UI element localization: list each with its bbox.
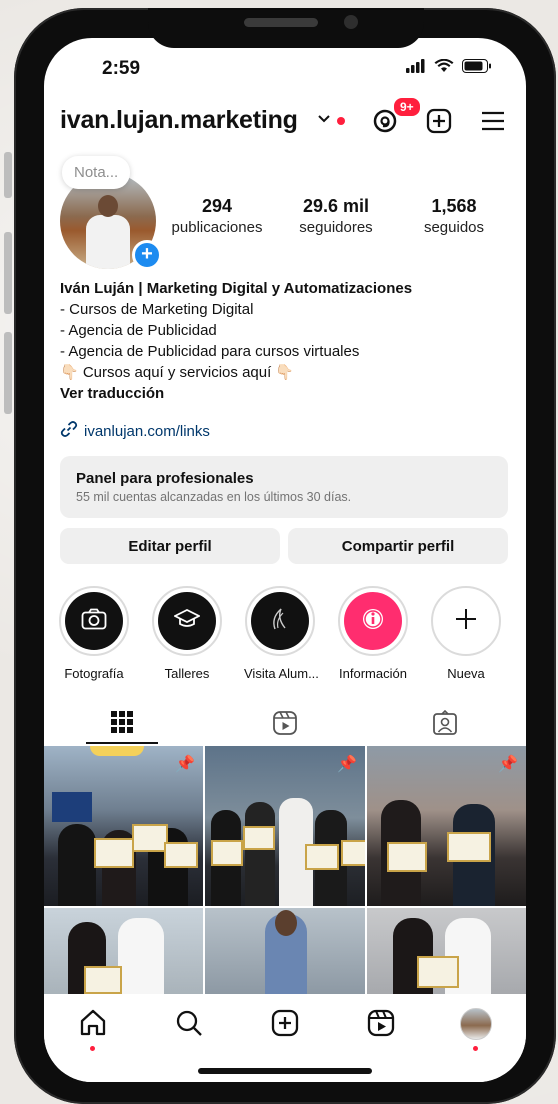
highlight-nueva[interactable]: Nueva: [430, 586, 502, 681]
grid-icon[interactable]: [110, 710, 134, 739]
account-notification-dot: [337, 117, 345, 125]
post-tile[interactable]: [44, 908, 203, 994]
profile-notification-dot: [473, 1046, 478, 1051]
profile-link[interactable]: ivanlujan.com/links: [60, 420, 210, 442]
side-button-volume-down: [4, 332, 12, 414]
camera-icon: [81, 608, 107, 635]
wifi-icon: [434, 58, 454, 78]
profile-link-text[interactable]: ivanlujan.com/links: [84, 423, 210, 440]
highlight-talleres[interactable]: Talleres: [151, 586, 223, 681]
signal-icon: [406, 59, 426, 78]
phone-frame: 2:59 ivan.lujan.marketing 9+ Nota... + 2…: [14, 8, 556, 1104]
side-button-mute: [4, 152, 12, 198]
app-screen: 2:59 ivan.lujan.marketing 9+ Nota... + 2…: [44, 38, 526, 1082]
posts-grid: 📌 📌 📌: [44, 746, 526, 994]
highlight-fotografia[interactable]: Fotografía: [58, 586, 130, 681]
tagged-icon[interactable]: [432, 709, 458, 741]
post-tile[interactable]: [367, 908, 526, 994]
side-button-volume-up: [4, 232, 12, 314]
feather-icon: [267, 606, 293, 637]
search-icon[interactable]: [174, 1008, 204, 1038]
share-profile-button[interactable]: Compartir perfil: [288, 528, 508, 564]
phone-notch: [148, 8, 424, 48]
info-icon: [360, 606, 386, 637]
home-indicator: [198, 1068, 372, 1074]
bio-line: 👇🏻 Cursos aquí y servicios aquí 👇🏻: [60, 364, 295, 381]
active-tab-indicator: [86, 742, 158, 744]
reels-tab-icon[interactable]: [272, 710, 298, 741]
pin-icon: 📌: [175, 756, 195, 773]
home-notification-dot: [90, 1046, 95, 1051]
stat-posts[interactable]: 294 publicaciones: [166, 196, 268, 236]
panel-subtitle: 55 mil cuentas alcanzadas en los últimos…: [76, 490, 352, 504]
professional-dashboard[interactable]: Panel para profesionales 55 mil cuentas …: [60, 456, 508, 518]
translate-link[interactable]: Ver traducción: [60, 383, 510, 404]
create-icon[interactable]: [270, 1008, 300, 1038]
post-tile[interactable]: 📌: [367, 746, 526, 906]
profile-avatar-nav[interactable]: [460, 1008, 492, 1040]
link-icon: [60, 420, 78, 442]
stat-followers[interactable]: 29.6 mil seguidores: [288, 196, 384, 236]
reels-icon[interactable]: [366, 1008, 396, 1038]
highlight-informacion[interactable]: Información: [337, 586, 409, 681]
bio-line: - Cursos de Marketing Digital: [60, 301, 254, 318]
profile-username[interactable]: ivan.lujan.marketing: [60, 106, 298, 135]
menu-icon[interactable]: [478, 106, 508, 136]
battery-icon: [462, 59, 492, 78]
add-story-icon[interactable]: +: [132, 240, 162, 270]
post-tile[interactable]: [205, 908, 365, 994]
create-post-icon[interactable]: [424, 106, 454, 136]
pin-icon: 📌: [498, 756, 518, 773]
threads-badge: 9+: [392, 96, 422, 118]
profile-bio: Iván Luján | Marketing Digital y Automat…: [60, 278, 510, 404]
status-time: 2:59: [102, 58, 141, 79]
plus-icon: [454, 607, 478, 636]
bio-name: Iván Luján | Marketing Digital y Automat…: [60, 280, 413, 297]
profile-tabs: [44, 700, 526, 746]
status-icons: [406, 58, 492, 78]
chevron-down-icon[interactable]: [318, 110, 330, 126]
graduation-cap-icon: [172, 608, 202, 635]
note-bubble[interactable]: Nota...: [62, 156, 131, 189]
stat-following[interactable]: 1,568 seguidos: [414, 196, 494, 236]
pin-icon: 📌: [337, 756, 357, 773]
panel-title: Panel para profesionales: [76, 470, 254, 487]
post-tile[interactable]: 📌: [205, 746, 365, 906]
bio-line: - Agencia de Publicidad: [60, 322, 217, 339]
bio-line: - Agencia de Publicidad para cursos virt…: [60, 343, 360, 360]
highlight-visita-alumnos[interactable]: Visita Alum...: [244, 586, 319, 681]
post-tile[interactable]: 📌: [44, 746, 203, 906]
edit-profile-button[interactable]: Editar perfil: [60, 528, 280, 564]
home-icon[interactable]: [78, 1008, 108, 1038]
